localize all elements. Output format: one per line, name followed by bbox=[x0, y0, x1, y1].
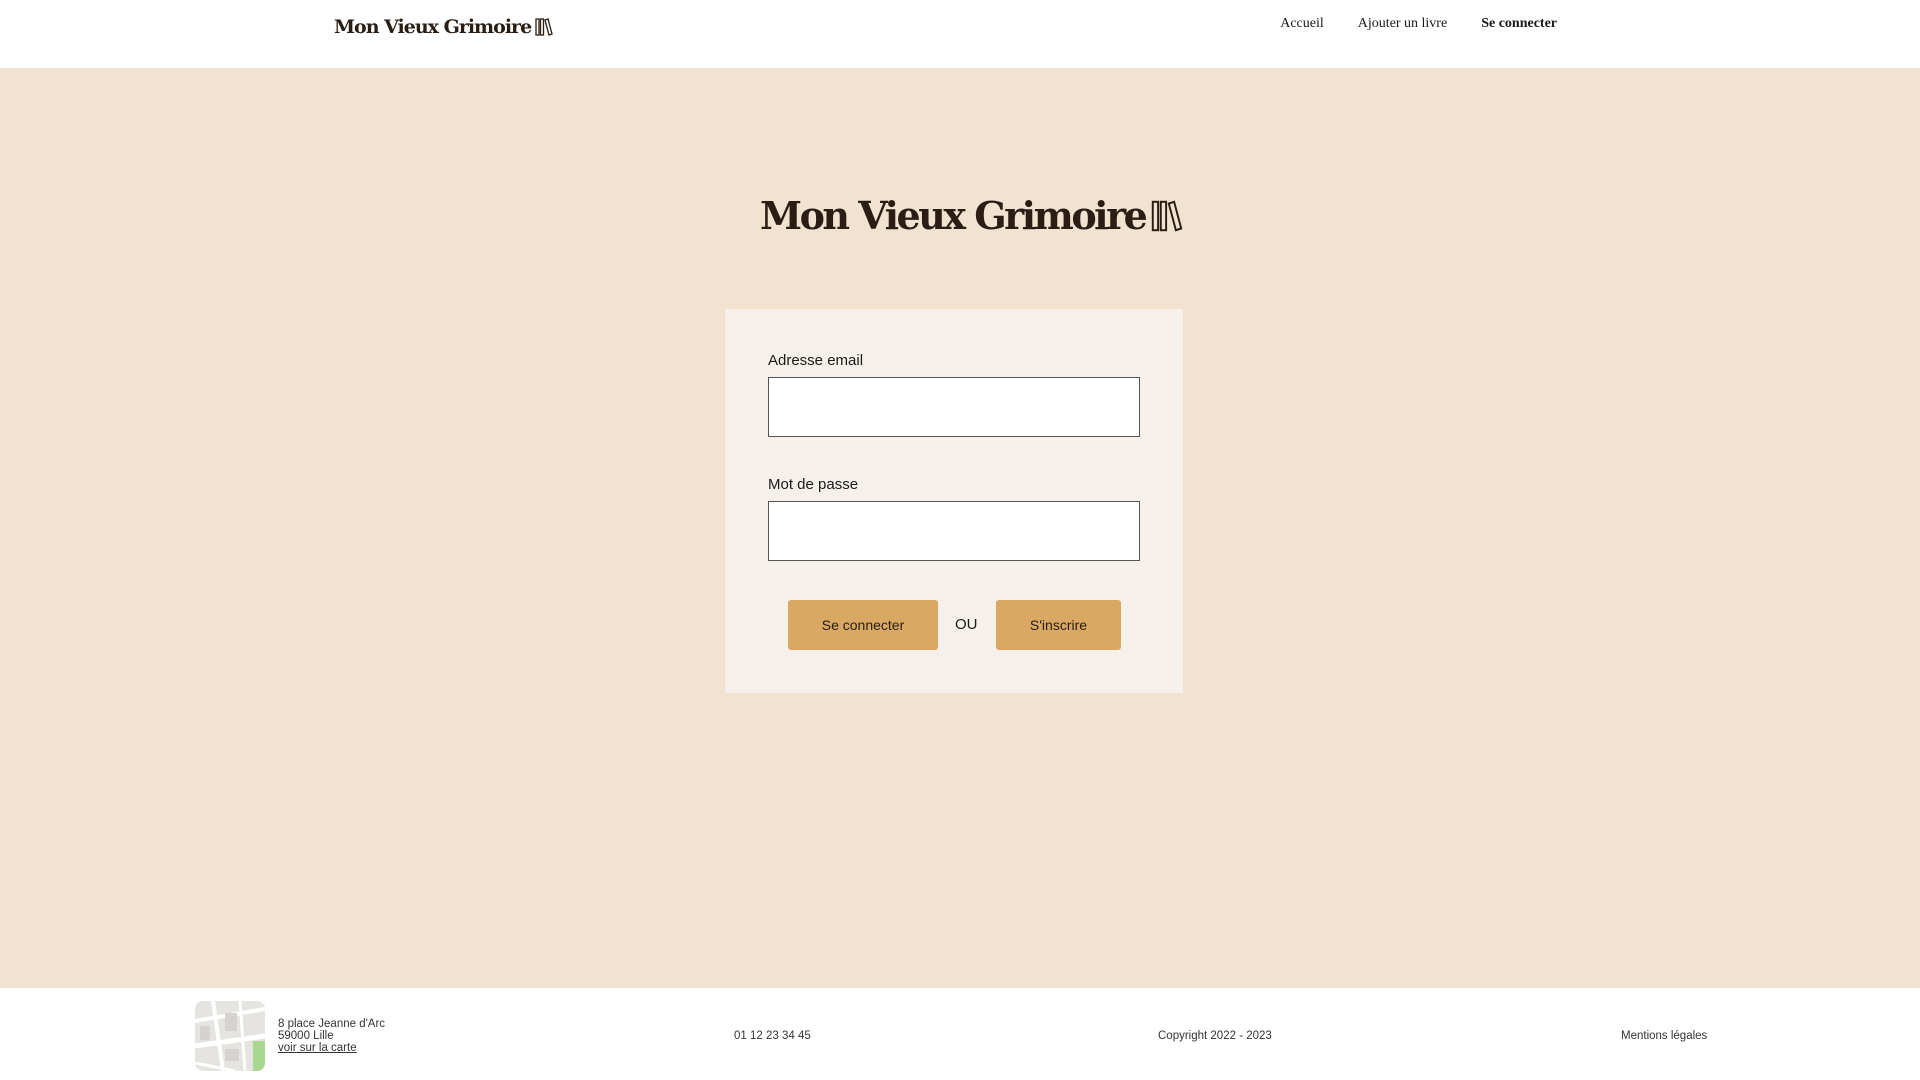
login-form-card: Adresse email Mot de passe Se connecter … bbox=[725, 309, 1183, 693]
email-label: Adresse email bbox=[768, 352, 864, 369]
nav-home-link[interactable]: Accueil bbox=[1280, 16, 1324, 32]
map-icon bbox=[195, 1001, 265, 1071]
legal-link[interactable]: Mentions légales bbox=[1621, 1030, 1707, 1042]
email-field[interactable] bbox=[768, 377, 1140, 437]
main-nav: Accueil Ajouter un livre Se connecter bbox=[1280, 16, 1557, 32]
main-logo-text: Mon Vieux Grimoire bbox=[760, 193, 1148, 238]
site-footer: 8 place Jeanne d'Arc 59000 Lille voir su… bbox=[0, 988, 1920, 1080]
signup-button[interactable]: S'inscrire bbox=[996, 600, 1121, 650]
footer-copyright: Copyright 2022 - 2023 bbox=[1158, 1030, 1272, 1042]
or-separator: OU bbox=[955, 616, 978, 633]
books-icon bbox=[535, 18, 553, 36]
footer-address: 8 place Jeanne d'Arc 59000 Lille voir su… bbox=[278, 1018, 385, 1054]
address-line-1: 8 place Jeanne d'Arc bbox=[278, 1018, 386, 1030]
footer-phone: 01 12 23 34 45 bbox=[734, 1030, 811, 1042]
header-logo[interactable]: Mon Vieux Grimoire bbox=[334, 16, 553, 38]
login-button[interactable]: Se connecter bbox=[788, 600, 938, 650]
books-icon bbox=[1152, 200, 1183, 231]
password-field[interactable] bbox=[768, 501, 1140, 561]
site-header: Mon Vieux Grimoire Accueil Ajouter un li… bbox=[0, 0, 1920, 68]
nav-login-link[interactable]: Se connecter bbox=[1481, 16, 1557, 32]
nav-add-book-link[interactable]: Ajouter un livre bbox=[1358, 16, 1447, 32]
password-label: Mot de passe bbox=[768, 476, 859, 493]
map-thumbnail[interactable] bbox=[195, 1001, 265, 1071]
header-logo-text: Mon Vieux Grimoire bbox=[334, 16, 532, 38]
map-link[interactable]: voir sur la carte bbox=[278, 1042, 357, 1054]
main-content: Mon Vieux Grimoire Adresse email Mot de … bbox=[0, 68, 1920, 988]
address-line-2: 59000 Lille bbox=[278, 1030, 334, 1042]
main-logo: Mon Vieux Grimoire bbox=[760, 193, 1183, 238]
